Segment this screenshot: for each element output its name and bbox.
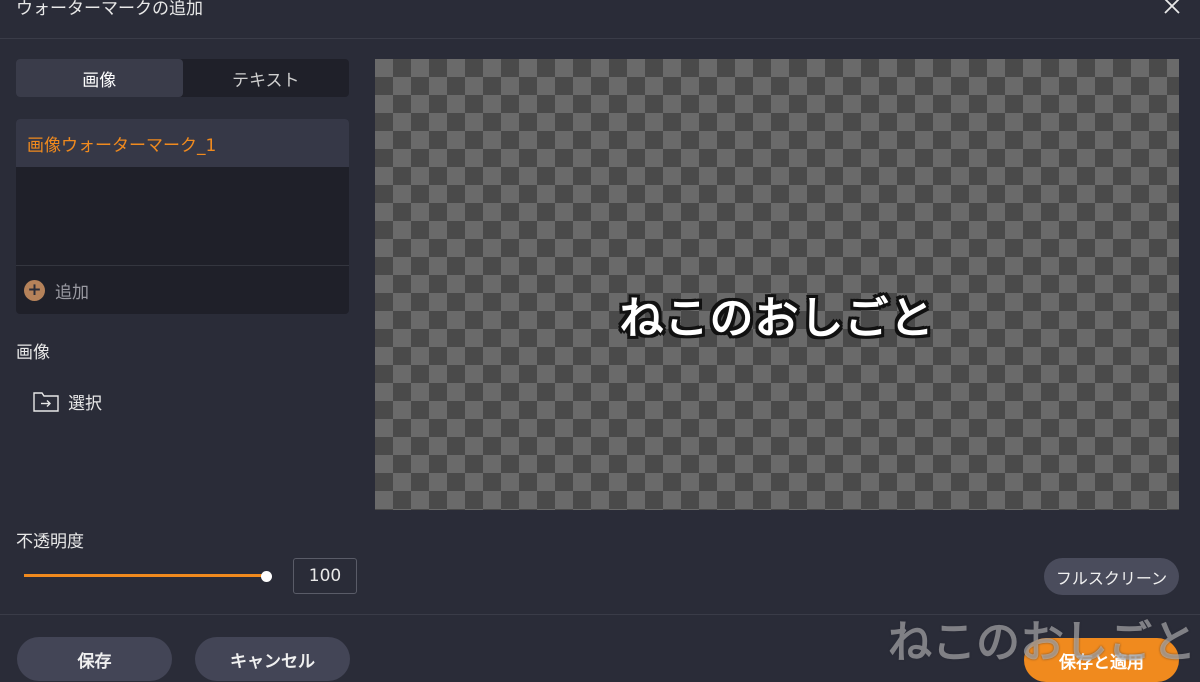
title-bar: ウォーターマークの追加 bbox=[0, 0, 1200, 39]
fullscreen-button[interactable]: フルスクリーン bbox=[1044, 558, 1179, 595]
window-title: ウォーターマークの追加 bbox=[16, 0, 203, 19]
save-button[interactable]: 保存 bbox=[17, 637, 172, 681]
add-label: 追加 bbox=[55, 282, 89, 303]
plus-circle-icon: + bbox=[24, 279, 45, 301]
source-tabs: 画像 テキスト bbox=[16, 59, 349, 97]
preview-watermark[interactable]: ねこのおしごと bbox=[375, 282, 1179, 346]
watermark-list: 画像ウォーターマーク_1 + 追加 bbox=[16, 119, 349, 314]
folder-import-icon bbox=[32, 387, 60, 415]
add-watermark-button[interactable]: + 追加 bbox=[24, 276, 89, 304]
tab-image[interactable]: 画像 bbox=[16, 59, 183, 97]
opacity-label: 不透明度 bbox=[16, 532, 84, 552]
select-label: 選択 bbox=[68, 393, 102, 414]
tab-text[interactable]: テキスト bbox=[183, 59, 350, 97]
select-image-button[interactable]: 選択 bbox=[32, 386, 102, 416]
opacity-slider[interactable] bbox=[24, 566, 272, 586]
close-icon[interactable] bbox=[1160, 0, 1184, 18]
save-and-apply-button[interactable]: 保存と適用 bbox=[1024, 638, 1179, 682]
slider-fill bbox=[24, 574, 266, 577]
opacity-value-input[interactable] bbox=[293, 558, 357, 594]
cancel-button[interactable]: キャンセル bbox=[195, 637, 350, 681]
list-divider bbox=[16, 265, 349, 266]
watermark-list-item[interactable]: 画像ウォーターマーク_1 bbox=[16, 119, 349, 167]
footer-divider bbox=[0, 614, 1200, 615]
slider-thumb[interactable] bbox=[261, 571, 272, 582]
preview-canvas: ねこのおしごと bbox=[375, 59, 1179, 510]
image-section-label: 画像 bbox=[16, 343, 50, 363]
